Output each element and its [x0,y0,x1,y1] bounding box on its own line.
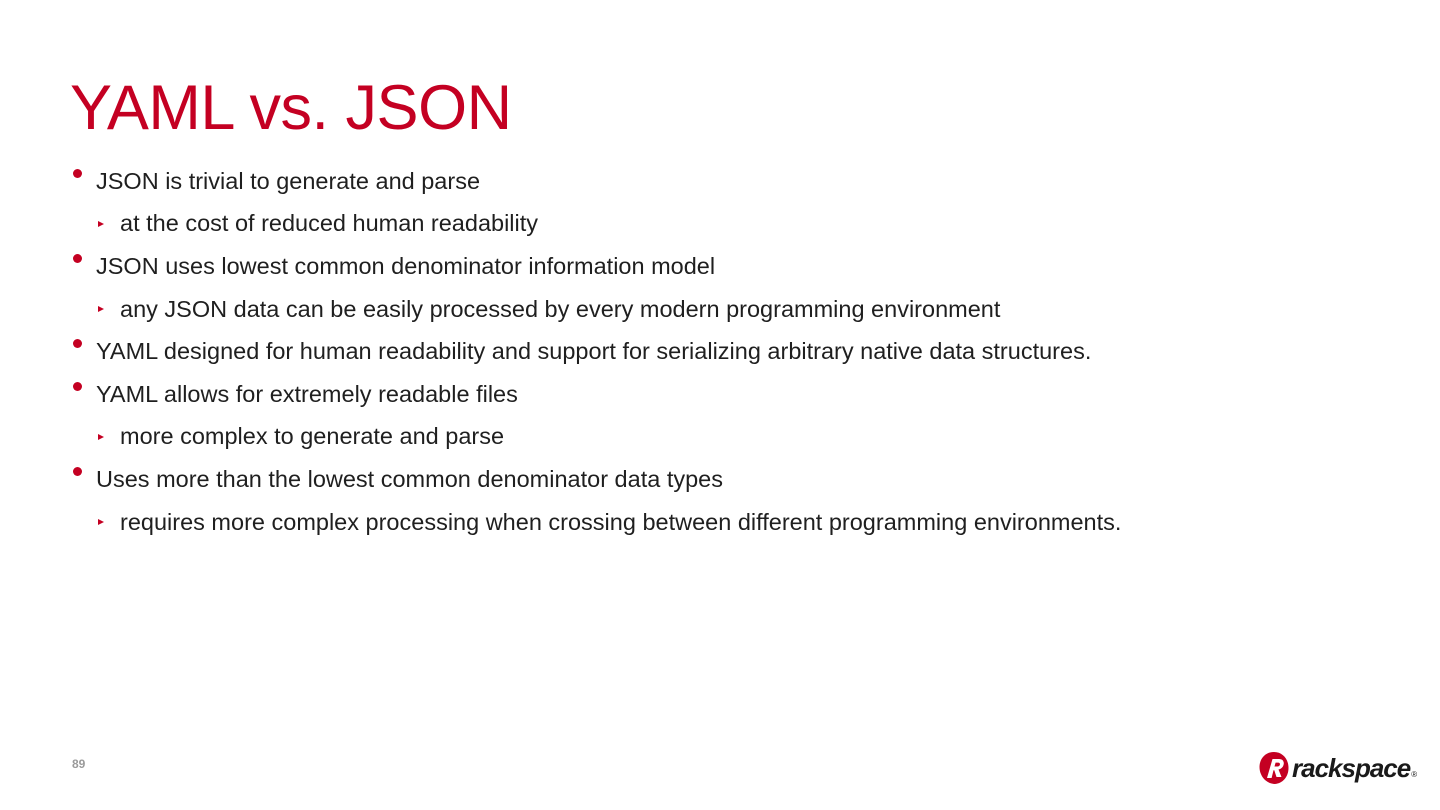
sub-bullet-item: more complex to generate and parse [70,416,1370,459]
page-number: 89 [72,757,86,771]
sub-bullet-text: requires more complex processing when cr… [120,508,1122,535]
bullet-dot-icon [73,169,82,178]
rackspace-logo-icon [1259,752,1289,784]
bullet-dot-icon [73,467,82,477]
bullet-text: JSON is trivial to generate and parse [96,167,481,194]
bullet-dot-icon [73,339,82,349]
sub-bullet-item: at the cost of reduced human readability [70,203,1370,246]
sub-bullet-text: any JSON data can be easily processed by… [120,295,1001,322]
sub-bullet-text: at the cost of reduced human readability [120,210,539,237]
triangle-bullet-icon [98,518,104,525]
logo-wordmark: rackspace [1292,753,1411,783]
bullet-text: JSON uses lowest common denominator info… [96,252,716,279]
bullet-list: JSON is trivial to generate and parse at… [70,160,1370,543]
bullet-text: YAML allows for extremely readable files [96,380,518,407]
bullet-dot-icon [73,381,82,391]
sub-bullet-text: more complex to generate and parse [120,423,505,450]
bullet-item: YAML allows for extremely readable files [70,373,1370,416]
bullet-item: Uses more than the lowest common denomin… [70,458,1370,501]
slide-title: YAML vs. JSON [70,73,512,143]
triangle-bullet-icon [98,220,104,227]
bullet-item: YAML designed for human readability and … [70,330,1370,373]
sub-bullet-item: any JSON data can be easily processed by… [70,288,1370,331]
sub-bullet-item: requires more complex processing when cr… [70,501,1370,544]
triangle-bullet-icon [98,305,104,312]
bullet-item: JSON is trivial to generate and parse [70,160,1370,203]
bullet-dot-icon [73,254,82,264]
bullet-text: YAML designed for human readability and … [96,338,1092,365]
rackspace-logo: rackspace ® [1258,748,1417,788]
triangle-bullet-icon [98,433,104,440]
slide: YAML vs. JSON JSON is trivial to generat… [0,0,1440,810]
bullet-text: Uses more than the lowest common denomin… [96,465,723,492]
registered-mark: ® [1411,770,1418,779]
bullet-item: JSON uses lowest common denominator info… [70,245,1370,288]
